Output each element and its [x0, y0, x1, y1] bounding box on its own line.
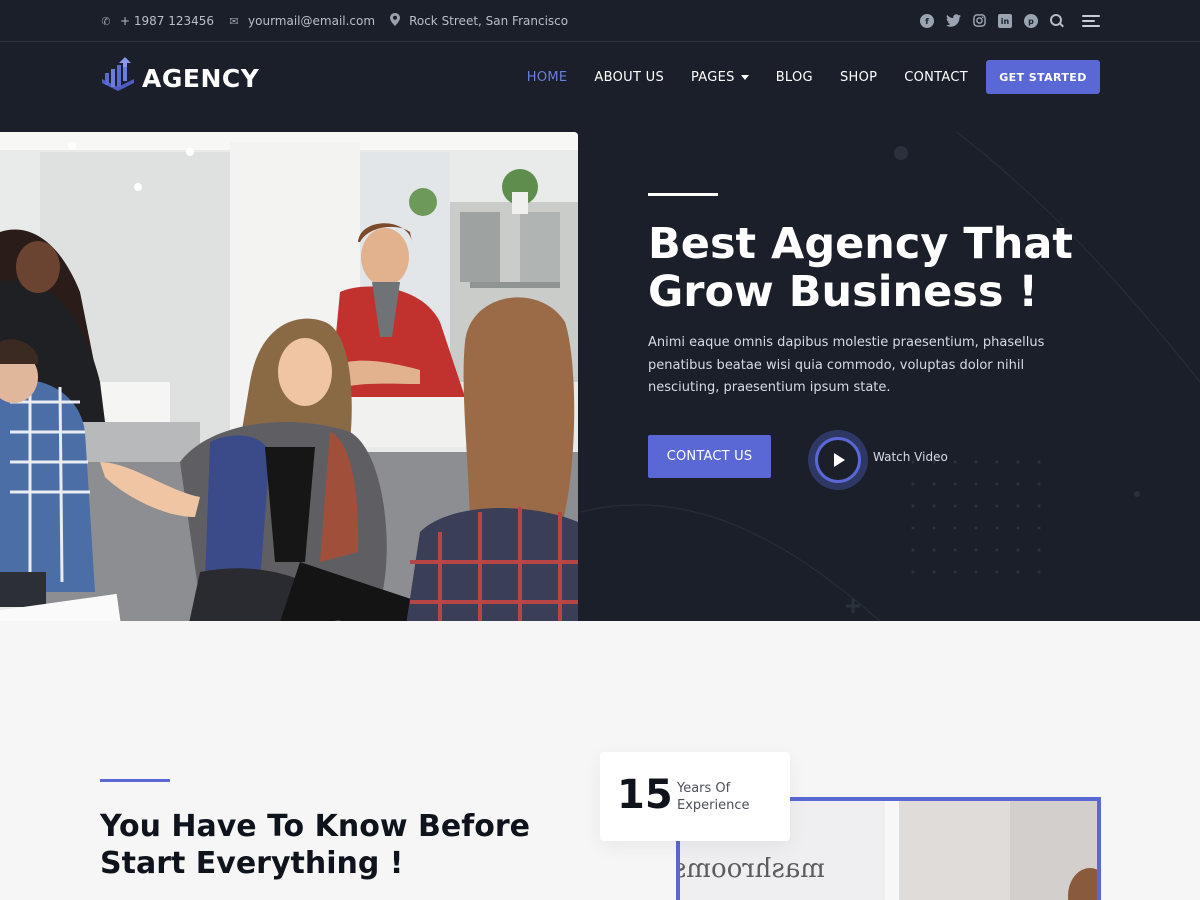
nav-about-us[interactable]: ABOUT US: [594, 70, 664, 85]
hero-title-line-1: Best Agency That: [648, 219, 1073, 269]
contact-us-button[interactable]: CONTACT US: [648, 435, 771, 478]
experience-label-line-2: Experience: [677, 798, 750, 813]
email-text: yourmail@email.com: [248, 14, 376, 28]
nav-pages-label: PAGES: [691, 69, 735, 85]
about-title-line-2: Start Everything !: [100, 846, 404, 881]
nav-home[interactable]: HOME: [527, 70, 568, 85]
watch-video-label[interactable]: Watch Video: [873, 450, 948, 464]
hero-team-photo: [0, 132, 578, 621]
about-section: You Have To Know Before Start Everything…: [0, 621, 1200, 900]
social-links: f in p: [920, 0, 1100, 42]
nav-blog-label: BLOG: [775, 69, 813, 85]
envelope-icon: ✉: [229, 14, 239, 28]
twitter-icon[interactable]: [946, 12, 961, 31]
nav-blog[interactable]: BLOG: [776, 70, 813, 85]
about-divider: [100, 779, 170, 782]
menu-icon[interactable]: [1082, 15, 1100, 27]
watch-video-button[interactable]: [808, 430, 868, 490]
hero-section: Best Agency That Grow Business ! Animi e…: [0, 132, 1200, 621]
hero-divider: [648, 193, 718, 196]
top-bar: ✆ + 1987 123456 ✉ yourmail@email.com Roc…: [0, 0, 1200, 42]
nav-about-us-label: ABOUT US: [594, 69, 664, 85]
get-started-button[interactable]: GET STARTED: [986, 60, 1100, 94]
hero-title-line-2: Grow Business !: [648, 267, 1039, 317]
logo[interactable]: AGENCY: [100, 57, 259, 99]
contact-info: ✆ + 1987 123456 ✉ yourmail@email.com Roc…: [100, 0, 568, 42]
about-title: You Have To Know Before Start Everything…: [100, 808, 560, 882]
facebook-icon[interactable]: f: [920, 14, 934, 28]
header: AGENCY HOME ABOUT US PAGES BLOG SHOP CON…: [0, 42, 1200, 132]
caret-down-icon: [740, 74, 749, 80]
experience-number: 15: [617, 772, 673, 818]
play-icon: [815, 437, 861, 483]
about-title-line-1: You Have To Know Before: [100, 809, 531, 844]
logo-mark-icon: [100, 57, 136, 99]
nav-contact[interactable]: CONTACT: [904, 70, 968, 85]
hero-description: Animi eaque omnis dapibus molestie praes…: [648, 335, 1045, 395]
hero-title: Best Agency That Grow Business !: [648, 220, 1118, 316]
map-pin-icon: [389, 13, 401, 29]
pinterest-icon[interactable]: p: [1024, 14, 1038, 28]
office-sign-text: mashrooms: [680, 854, 825, 884]
instagram-icon[interactable]: [973, 12, 986, 31]
phone-text: + 1987 123456: [120, 14, 215, 28]
nav-home-label: HOME: [526, 69, 568, 85]
nav-shop-label: SHOP: [839, 69, 878, 85]
logo-text: AGENCY: [142, 63, 260, 93]
address-text: Rock Street, San Francisco: [409, 14, 569, 28]
nav-shop[interactable]: SHOP: [840, 70, 877, 85]
email-item[interactable]: ✉ yourmail@email.com: [228, 14, 375, 28]
main-nav: HOME ABOUT US PAGES BLOG SHOP CONTACT GE…: [527, 60, 1100, 94]
address-item: Rock Street, San Francisco: [389, 13, 568, 29]
search-icon[interactable]: [1050, 14, 1064, 28]
phone-item[interactable]: ✆ + 1987 123456: [100, 14, 214, 28]
experience-card: 15 Years Of Experience: [600, 752, 790, 841]
linkedin-icon[interactable]: in: [998, 14, 1012, 28]
nav-pages[interactable]: PAGES: [691, 70, 749, 85]
nav-contact-label: CONTACT: [904, 69, 968, 85]
experience-label-line-1: Years Of: [677, 781, 731, 796]
phone-icon: ✆: [101, 14, 111, 28]
experience-label: Years Of Experience: [677, 780, 767, 814]
